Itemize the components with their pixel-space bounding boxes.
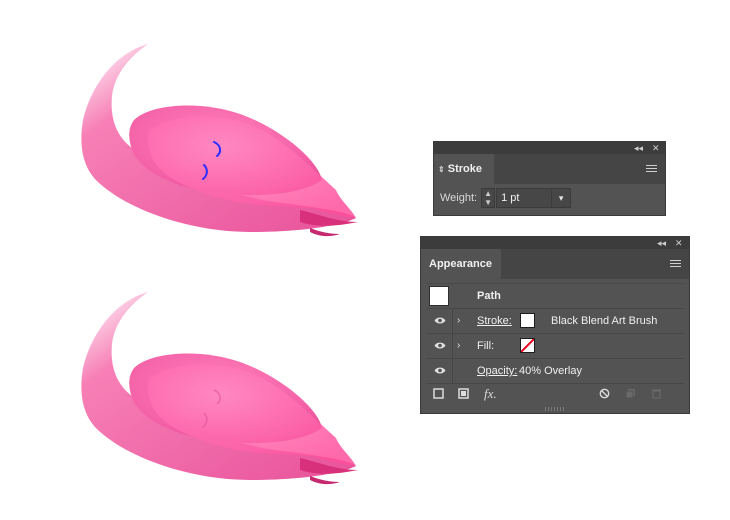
weight-label: Weight:: [440, 192, 478, 204]
new-fill-icon[interactable]: [458, 388, 469, 399]
flamingo-artwork-top: [81, 44, 358, 237]
weight-stepper[interactable]: ▲ ▼: [481, 188, 496, 208]
panel-menu-icon[interactable]: [646, 165, 657, 174]
panel-menu-icon[interactable]: [670, 260, 681, 269]
tab-stroke[interactable]: ⇕ Stroke: [434, 154, 494, 184]
fx-icon[interactable]: fx.: [484, 386, 497, 402]
opacity-value[interactable]: 40% Overlay: [519, 359, 582, 383]
visibility-column: [427, 359, 453, 383]
expand-arrow-icon[interactable]: ›: [457, 309, 460, 333]
close-icon[interactable]: ✕: [675, 237, 683, 249]
path-thumbnail: [429, 286, 449, 306]
stroke-brush-name[interactable]: Black Blend Art Brush: [551, 309, 657, 333]
clear-icon[interactable]: [599, 388, 610, 399]
eye-icon[interactable]: [434, 316, 446, 325]
appearance-toolbar: fx.: [421, 385, 689, 405]
path-row[interactable]: Path: [427, 284, 684, 309]
appearance-panel-tabrow: Appearance: [421, 249, 689, 279]
collapse-icon[interactable]: ◂◂: [634, 142, 643, 154]
flamingo-artwork-bottom: [81, 292, 358, 485]
close-icon[interactable]: ✕: [652, 142, 660, 154]
tab-appearance[interactable]: Appearance: [421, 249, 501, 279]
fill-label[interactable]: Fill:: [477, 334, 494, 358]
stroke-swatch[interactable]: [520, 313, 535, 328]
weight-row: Weight: ▲ ▼ 1 pt ▾: [440, 188, 572, 208]
visibility-column: [427, 334, 453, 358]
opacity-row[interactable]: Opacity: 40% Overlay: [427, 359, 684, 384]
duplicate-icon[interactable]: [625, 388, 636, 399]
eye-icon[interactable]: [434, 366, 446, 375]
weight-input[interactable]: 1 pt: [496, 188, 553, 208]
delete-icon[interactable]: [651, 388, 662, 399]
stroke-panel-titlebar: ◂◂ ✕: [434, 142, 665, 154]
fill-none-swatch[interactable]: [520, 338, 535, 353]
stroke-tab-label: Stroke: [447, 163, 483, 175]
resize-grip[interactable]: [545, 407, 565, 411]
stroke-label[interactable]: Stroke:: [477, 309, 512, 333]
stroke-panel: ◂◂ ✕ ⇕ Stroke Weight: ▲ ▼ 1 pt ▾: [433, 141, 666, 216]
visibility-column: [427, 309, 453, 333]
appearance-rows: Path › Stroke: Black Blend Art Brush › F…: [427, 283, 684, 384]
stroke-panel-tabrow: ⇕ Stroke: [434, 154, 665, 184]
fill-row[interactable]: › Fill:: [427, 334, 684, 359]
appearance-panel-titlebar: ◂◂ ✕: [421, 237, 689, 249]
path-label: Path: [477, 290, 501, 302]
stroke-row[interactable]: › Stroke: Black Blend Art Brush: [427, 309, 684, 334]
appearance-panel: ◂◂ ✕ Appearance Path › Stroke: Black Ble…: [420, 236, 690, 414]
dropdown-icon[interactable]: ▾: [551, 188, 572, 208]
expand-arrow-icon[interactable]: ›: [457, 334, 460, 358]
collapse-icon[interactable]: ◂◂: [657, 237, 666, 249]
stepper-icon: ⇕: [438, 165, 445, 174]
no-fill-icon: [521, 339, 534, 352]
opacity-label[interactable]: Opacity:: [477, 359, 517, 383]
eye-icon[interactable]: [434, 341, 446, 350]
new-stroke-icon[interactable]: [433, 388, 444, 399]
